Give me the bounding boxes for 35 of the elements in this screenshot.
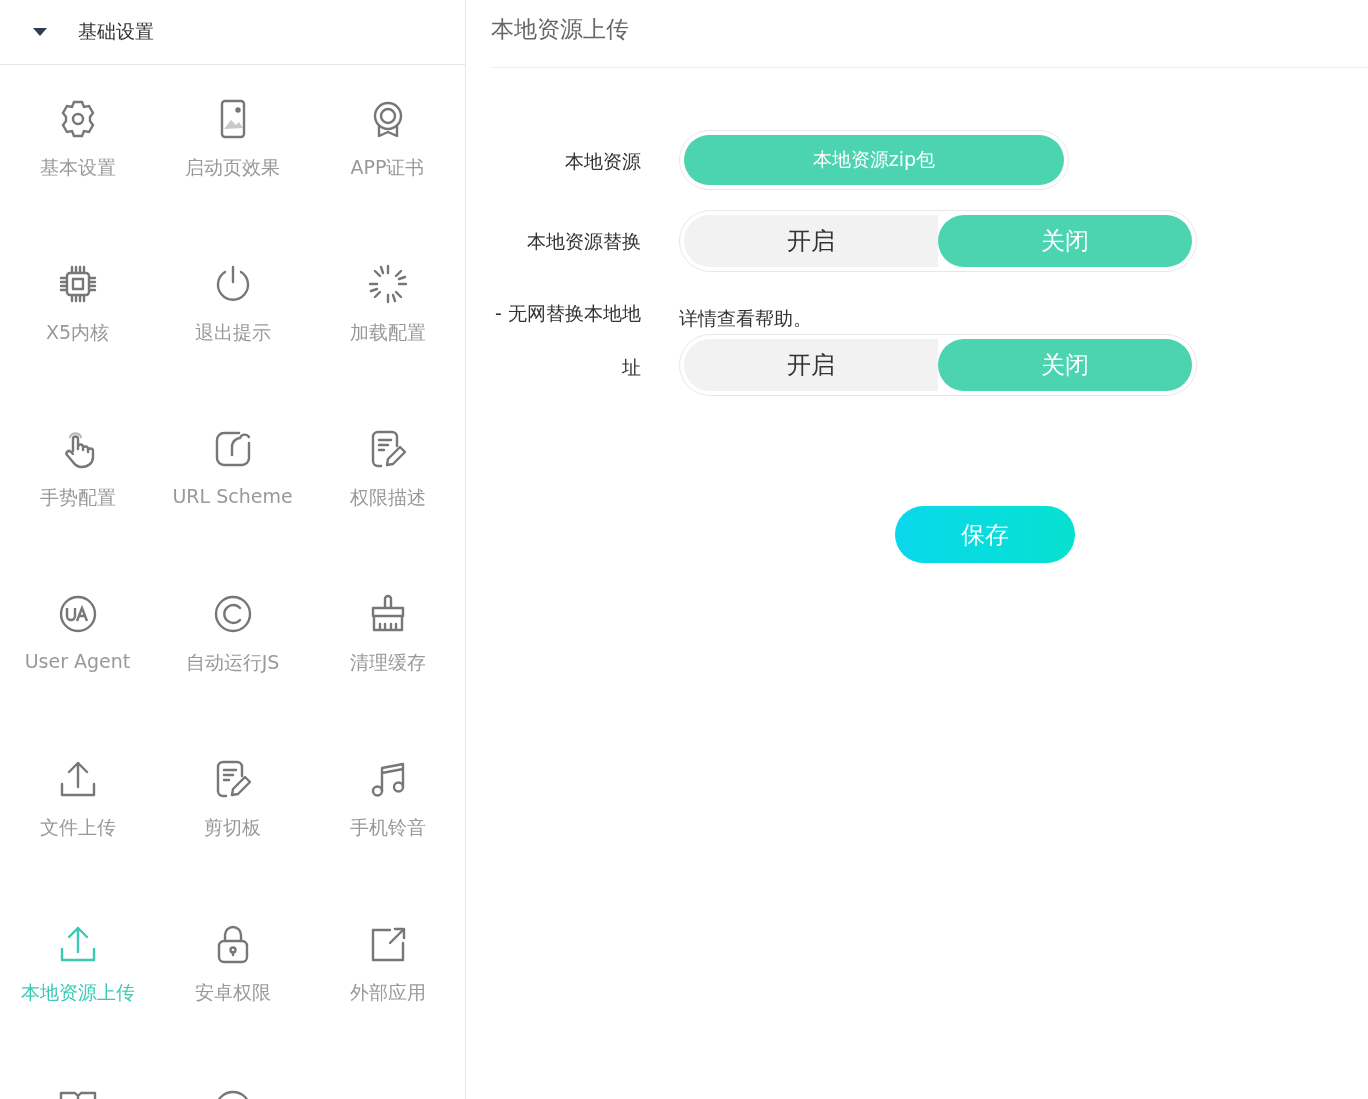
menu-item[interactable]: 本地资源上传: [20, 980, 135, 1006]
menu-item[interactable]: 自动运行JS: [185, 650, 280, 676]
copyright-icon: [212, 594, 253, 634]
field-label: 本地资源替换: [526, 229, 641, 254]
field-label: 本地资源: [564, 149, 641, 174]
menu-item[interactable]: 安卓权限: [194, 980, 271, 1006]
ua-icon: [57, 594, 98, 634]
menu-item[interactable]: 手势配置: [39, 485, 116, 511]
menu-item[interactable]: 启动页效果: [185, 155, 280, 181]
menu-item[interactable]: 加载配置: [349, 320, 426, 346]
toggle-option[interactable]: 关闭: [938, 215, 1192, 267]
menu-item[interactable]: APP证书: [350, 155, 425, 181]
toggle-option[interactable]: 关闭: [938, 339, 1192, 391]
page-title: 本地资源上传: [491, 0, 1368, 68]
help-text: 详情查看帮助。: [679, 306, 812, 331]
menu-item[interactable]: 文件上传: [39, 815, 116, 841]
menu-item[interactable]: User Agent: [24, 650, 131, 672]
menu-item[interactable]: 退出提示: [194, 320, 271, 346]
menu-item[interactable]: X5内核: [45, 320, 110, 346]
menu-item[interactable]: URL Scheme: [172, 485, 293, 507]
menu-item[interactable]: 基本设置: [39, 155, 116, 181]
spinner-icon: [367, 264, 408, 304]
menu-item[interactable]: 清理缓存: [349, 650, 426, 676]
toggle-option[interactable]: 开启: [684, 339, 938, 391]
field-label: - 无网替换本地地址: [494, 301, 641, 380]
caret-icon[interactable]: [32, 27, 48, 37]
section-title: 基础设置: [78, 19, 154, 44]
upload-button[interactable]: 本地资源zip包: [684, 135, 1064, 185]
menu-item[interactable]: 外部应用: [349, 980, 426, 1006]
menu-item[interactable]: 剪切板: [204, 815, 261, 841]
toggle-option[interactable]: 开启: [684, 215, 938, 267]
menu-item[interactable]: 权限描述: [349, 485, 426, 511]
menu-item[interactable]: 手机铃音: [349, 815, 426, 841]
save-button[interactable]: 保存: [895, 506, 1075, 563]
chip-icon: [57, 264, 98, 304]
